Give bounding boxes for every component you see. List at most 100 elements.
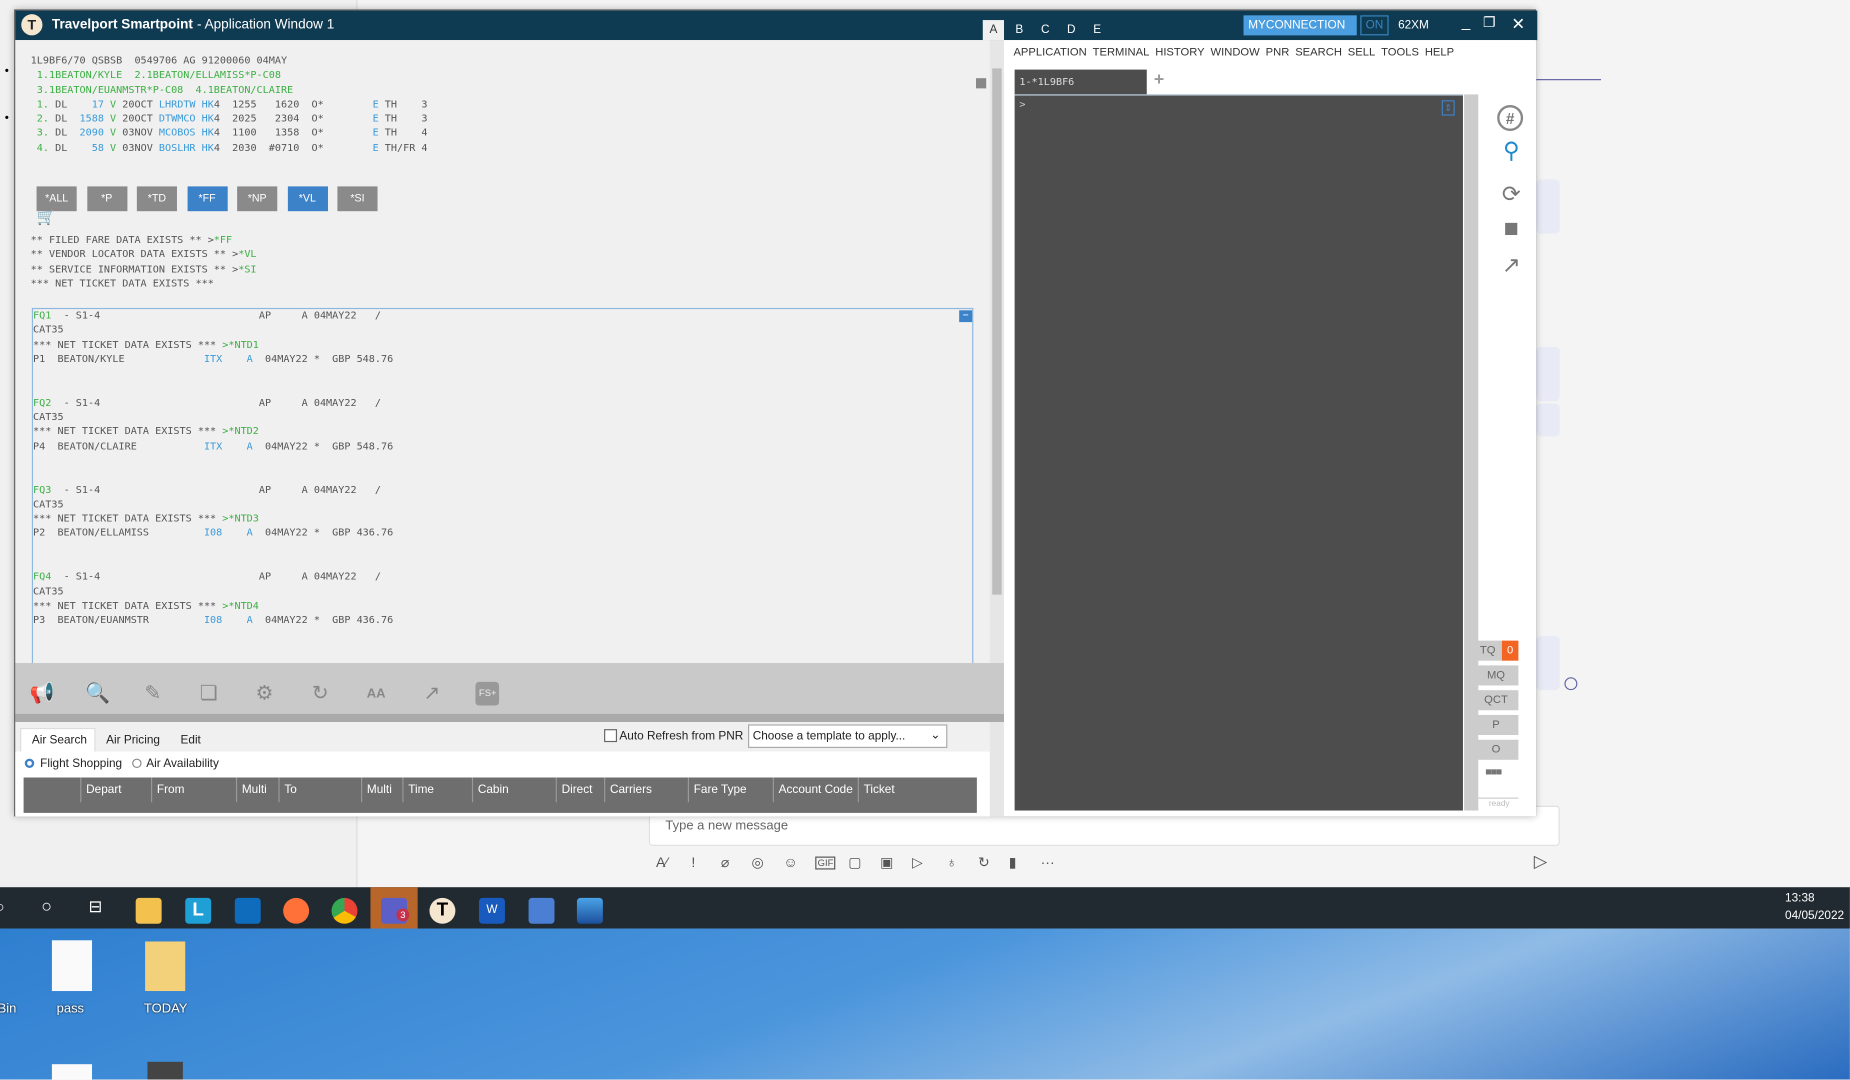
tq-button[interactable]: TQ bbox=[1473, 640, 1502, 661]
window-tab-a[interactable]: A bbox=[982, 20, 1005, 41]
quick-button-np[interactable]: *NP bbox=[237, 186, 278, 212]
column-header[interactable]: From bbox=[151, 777, 236, 803]
pencil-icon[interactable]: ✎ bbox=[141, 682, 165, 706]
stream-icon[interactable]: ▷ bbox=[912, 854, 923, 871]
column-header[interactable]: Cabin bbox=[471, 777, 556, 803]
column-header[interactable]: Direct bbox=[555, 777, 604, 803]
menu-window[interactable]: WINDOW bbox=[1211, 46, 1260, 59]
desktop-icon-label[interactable]: TODAY bbox=[144, 1002, 188, 1016]
tab-edit[interactable]: Edit bbox=[181, 734, 201, 747]
sync-icon[interactable]: ⟳ bbox=[1497, 182, 1525, 210]
template-select[interactable]: Choose a template to apply... ⌄ bbox=[747, 724, 948, 748]
ticket-icon[interactable]: ◆ bbox=[1491, 209, 1531, 249]
update-icon[interactable]: ↻ bbox=[978, 854, 990, 871]
word-icon[interactable]: W bbox=[478, 897, 505, 924]
close-button[interactable]: ✕ bbox=[1511, 14, 1525, 34]
menu-search[interactable]: SEARCH bbox=[1295, 46, 1342, 59]
window-tab-b[interactable]: B bbox=[1009, 20, 1030, 40]
more-icon[interactable]: ··· bbox=[1041, 854, 1055, 871]
schedule-meeting-icon[interactable]: ▣ bbox=[880, 854, 893, 871]
priority-icon[interactable]: ! bbox=[691, 854, 695, 871]
left-scrollbar[interactable] bbox=[989, 40, 1005, 664]
file-icon[interactable] bbox=[51, 1064, 93, 1080]
send-icon[interactable]: ▷ bbox=[1534, 851, 1548, 872]
air-availability-radio[interactable] bbox=[132, 758, 142, 769]
fs-plus-icon[interactable]: FS+ bbox=[475, 681, 500, 706]
gif-icon[interactable]: GIF bbox=[815, 856, 836, 870]
window-tab-d[interactable]: D bbox=[1061, 20, 1082, 40]
smartpoint-icon[interactable]: T bbox=[429, 897, 456, 924]
quick-button-vl[interactable]: *VL bbox=[287, 186, 328, 212]
teams-taskbar-active[interactable]: 3 bbox=[370, 887, 418, 929]
connection-select[interactable]: MYCONNECTION ⌄ bbox=[1243, 15, 1357, 52]
menu-help[interactable]: HELP bbox=[1425, 46, 1454, 59]
auto-refresh-checkbox[interactable] bbox=[604, 729, 618, 743]
p-button[interactable]: P bbox=[1473, 714, 1519, 736]
scroll-lock-icon[interactable]: ⇕ bbox=[1441, 100, 1455, 116]
chrome-icon[interactable] bbox=[331, 897, 358, 924]
splitter[interactable] bbox=[15, 713, 1005, 723]
menu-terminal[interactable]: TERMINAL bbox=[1093, 46, 1150, 59]
folder-icon[interactable] bbox=[145, 941, 186, 992]
flight-shopping-radio[interactable] bbox=[24, 758, 35, 769]
session-tab[interactable]: 1-*1L9BF6 bbox=[1014, 69, 1147, 95]
quick-button-td[interactable]: *TD bbox=[136, 186, 177, 212]
file-explorer-icon[interactable] bbox=[135, 897, 162, 924]
menu-tools[interactable]: TOOLS bbox=[1381, 46, 1419, 59]
column-header[interactable]: Time bbox=[402, 777, 472, 803]
emoji-icon[interactable]: ☺ bbox=[783, 854, 797, 871]
collapse-button[interactable]: − bbox=[959, 310, 973, 323]
menu-sell[interactable]: SELL bbox=[1348, 46, 1375, 59]
menu-pnr[interactable]: PNR bbox=[1266, 46, 1290, 59]
column-header[interactable]: Account Code bbox=[772, 777, 858, 803]
column-header[interactable]: Multi bbox=[235, 777, 278, 803]
quick-button-ff[interactable]: *FF bbox=[186, 186, 228, 212]
menu-application[interactable]: APPLICATION bbox=[1013, 46, 1086, 59]
bottom-scrollbar[interactable] bbox=[989, 722, 1005, 817]
text-file-icon[interactable] bbox=[51, 940, 93, 992]
gear-icon[interactable]: ⚙ bbox=[253, 682, 277, 706]
external-link-icon[interactable]: ↗ bbox=[420, 682, 444, 706]
desktop-icon-label[interactable]: Bin bbox=[0, 1002, 16, 1016]
megaphone-icon[interactable]: 📢 bbox=[29, 682, 54, 706]
task-view-icon[interactable]: ⊟ bbox=[88, 897, 102, 917]
more-icon[interactable]: ■■■ bbox=[1485, 766, 1502, 778]
column-header[interactable]: To bbox=[278, 777, 361, 803]
menu-history[interactable]: HISTORY bbox=[1155, 46, 1204, 59]
quick-button-si[interactable]: *SI bbox=[337, 186, 378, 212]
column-header[interactable]: Multi bbox=[361, 777, 402, 803]
column-header[interactable]: Depart bbox=[80, 777, 151, 803]
column-header[interactable]: Fare Type bbox=[687, 777, 773, 803]
o-button[interactable]: O bbox=[1473, 739, 1519, 760]
tab-air-pricing[interactable]: Air Pricing bbox=[106, 734, 160, 747]
window-tab-c[interactable]: C bbox=[1035, 20, 1056, 40]
loop-icon[interactable]: ◎ bbox=[752, 854, 764, 871]
copy-icon[interactable]: ❏ bbox=[197, 682, 221, 706]
external-link-icon[interactable]: ↗ bbox=[1497, 252, 1525, 280]
search-icon[interactable]: ○ bbox=[0, 898, 5, 916]
maximize-button[interactable]: ❐ bbox=[1483, 14, 1496, 31]
sticker-icon[interactable]: ▢ bbox=[848, 854, 861, 871]
file-icon[interactable] bbox=[147, 1061, 183, 1080]
add-tab-button[interactable]: + bbox=[1154, 70, 1164, 90]
tab-air-search[interactable]: Air Search bbox=[32, 734, 87, 747]
l-app-icon[interactable]: L bbox=[185, 897, 212, 924]
app-icon[interactable]: ▮ bbox=[1009, 854, 1017, 871]
photos-icon[interactable] bbox=[576, 897, 603, 924]
hash-icon[interactable]: # bbox=[1497, 105, 1524, 131]
cortana-icon[interactable]: ○ bbox=[41, 897, 52, 917]
search-icon[interactable]: 🔍 bbox=[85, 682, 110, 706]
column-header[interactable]: Carriers bbox=[604, 777, 688, 803]
firefox-icon[interactable] bbox=[283, 897, 310, 924]
desktop-icon-label[interactable]: pass bbox=[57, 1002, 84, 1016]
column-header[interactable]: Ticket bbox=[857, 777, 905, 803]
refresh-icon[interactable]: ↻ bbox=[309, 682, 333, 706]
hotel-pin-icon[interactable]: ⚲ bbox=[1497, 138, 1525, 166]
minimize-button[interactable]: _ bbox=[1462, 13, 1471, 31]
praise-icon[interactable]: ♁ bbox=[946, 854, 957, 871]
cart-icon[interactable]: 🛒 bbox=[37, 208, 56, 227]
remote-desktop-icon[interactable] bbox=[528, 897, 555, 924]
terminal-input-area[interactable]: > ⇕ bbox=[1014, 94, 1463, 811]
font-size-icon[interactable]: AA bbox=[364, 682, 388, 706]
window-tab-e[interactable]: E bbox=[1087, 20, 1108, 40]
